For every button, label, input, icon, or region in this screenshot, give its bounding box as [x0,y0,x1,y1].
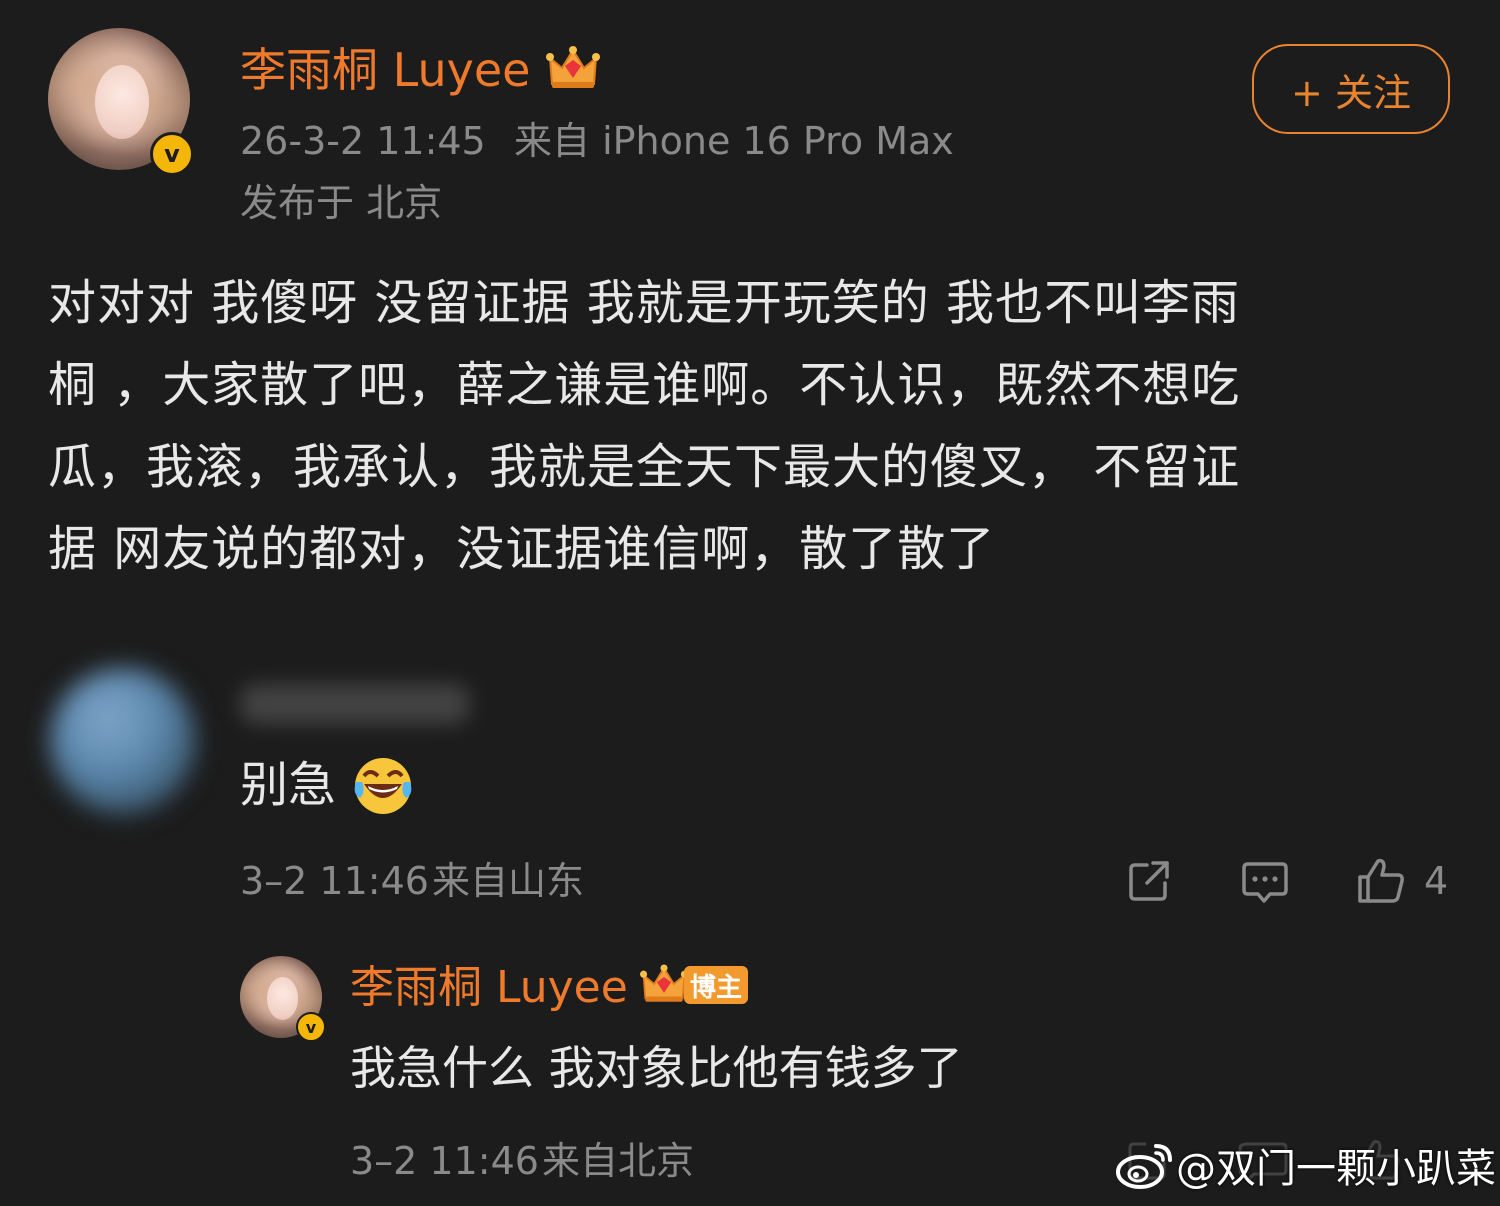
commenter-avatar[interactable] [50,668,196,814]
post-body-line: 对对对 我傻呀 没留证据 我就是开玩笑的 我也不叫李雨 [48,275,1241,331]
verified-badge: v [150,132,194,176]
post-body-line: 据 网友说的都对，没证据谁信啊，散了散了 [48,521,996,577]
weibo-logo-icon [1114,1140,1176,1192]
post-body-line: 桐 ，大家散了吧，薛之谦是谁啊。不认识，既然不想吃 [48,357,1241,413]
reply-timestamp: 3–2 11:46 [350,1139,539,1183]
reply-author-name[interactable]: 李雨桐 Luyee [350,960,628,1016]
reply-verified-badge: v [296,1012,326,1042]
like-count: 4 [1424,859,1449,903]
comment-text: 别急 [240,757,337,813]
comment-icon[interactable] [1240,856,1290,906]
follow-button[interactable]: + 关注 [1252,44,1450,134]
share-icon[interactable] [1124,856,1174,906]
crown-icon [546,44,600,92]
post-timestamp: 26-3-2 11:45 [240,119,486,163]
laugh-emoji-icon [350,754,416,816]
post-location: 发布于 北京 [240,181,443,225]
post-source: 来自 iPhone 16 Pro Max [514,119,954,163]
like-icon[interactable] [1356,854,1406,906]
post-body: 对对对 我傻呀 没留证据 我就是开玩笑的 我也不叫李雨 桐 ，大家散了吧，薛之谦… [48,262,1458,590]
commenter-name[interactable] [240,684,470,724]
comment-timestamp: 3–2 11:46 [240,859,429,903]
reply-crown-icon [640,962,688,1006]
author-name[interactable]: 李雨桐 Luyee [240,40,530,100]
reply-text: 我急什么 我对象比他有钱多了 [350,1041,963,1095]
post-body-line: 瓜，我滚，我承认，我就是全天下最大的傻叉， 不留证 [48,439,1241,495]
reply-source: 来自北京 [542,1139,695,1183]
watermark-text: @双门一颗小趴菜 [1176,1146,1496,1192]
host-tag: 博主 [684,966,748,1004]
comment-source: 来自山东 [432,859,585,903]
